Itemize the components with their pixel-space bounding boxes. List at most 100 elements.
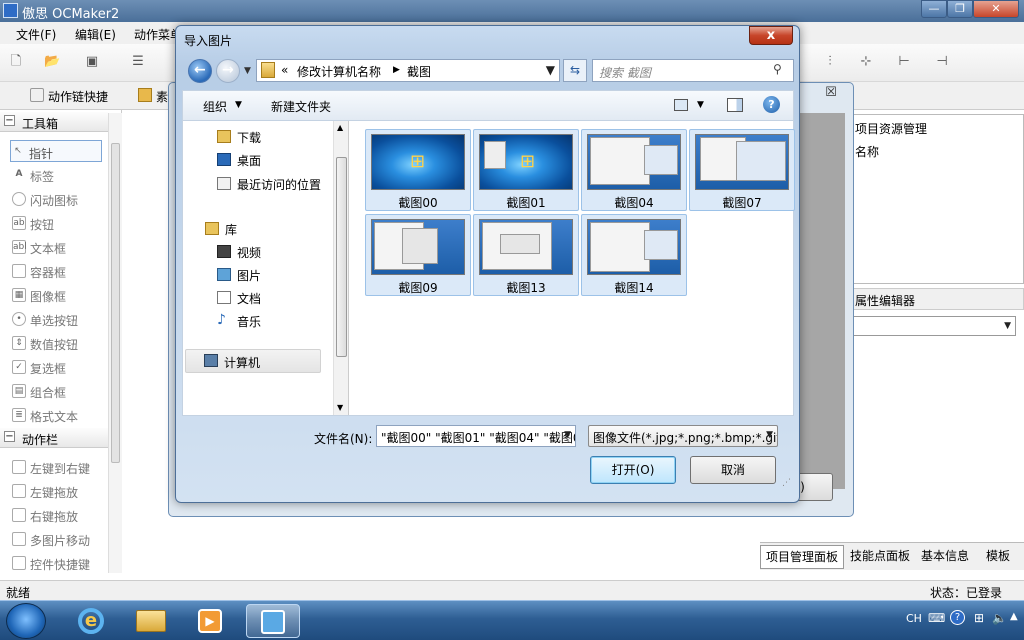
main-close-button[interactable]: ✕ bbox=[973, 0, 1019, 18]
toolbox-item-combo[interactable]: ▤ 组合框 bbox=[12, 380, 108, 402]
align-left-icon[interactable]: ⊢ bbox=[896, 54, 912, 70]
open-button[interactable]: 打开(O) bbox=[590, 456, 676, 484]
search-input[interactable]: 搜索 截图 bbox=[599, 64, 651, 81]
address-part-computer-name[interactable]: 修改计算机名称 bbox=[297, 63, 381, 80]
open-folder-icon[interactable]: 📂 bbox=[44, 54, 60, 70]
cancel-button[interactable]: 取消 bbox=[690, 456, 776, 484]
flash-icon bbox=[12, 192, 26, 206]
music-icon: ♪ bbox=[217, 312, 226, 328]
tray-expand-icon[interactable]: ▲ bbox=[1010, 611, 1018, 622]
template-icon[interactable]: ☰ bbox=[130, 54, 146, 70]
background-dialog-close-icon[interactable]: ☒ bbox=[815, 85, 847, 103]
search-box[interactable]: 搜索 截图 ⚲ bbox=[592, 59, 794, 82]
file-item[interactable]: 截图13 bbox=[473, 214, 579, 296]
file-item[interactable]: ⊞ 截图01 bbox=[473, 129, 579, 211]
action-section-header[interactable]: − 动作栏 bbox=[0, 428, 108, 448]
action-item-left-to-right[interactable]: 左键到右键 bbox=[12, 456, 108, 478]
action-item-left-drag[interactable]: 左键拖放 bbox=[12, 480, 108, 502]
dialog-close-button[interactable]: x bbox=[749, 26, 793, 45]
file-item[interactable]: 截图09 bbox=[365, 214, 471, 296]
new-file-icon[interactable]: 🗋 bbox=[8, 54, 24, 70]
forward-button[interactable]: → bbox=[216, 59, 240, 83]
filename-dropdown-icon[interactable]: ▼ bbox=[564, 430, 571, 440]
toolbox-item-button[interactable]: ab 按钮 bbox=[12, 212, 108, 234]
file-name: 截图04 bbox=[614, 196, 654, 210]
back-button[interactable]: ← bbox=[188, 59, 212, 83]
minimize-button[interactable]: — bbox=[921, 0, 947, 18]
input-language[interactable]: CH bbox=[906, 612, 922, 625]
back-arrow-icon: ← bbox=[194, 62, 206, 78]
file-item[interactable]: 截图14 bbox=[581, 214, 687, 296]
action-item-control-shortcut[interactable]: 控件快捷键 bbox=[12, 552, 108, 574]
help-icon[interactable]: ? bbox=[763, 96, 780, 113]
toolbox-item-image[interactable]: ▦ 图像框 bbox=[12, 284, 108, 306]
address-bar[interactable]: « 修改计算机名称 ▶ 截图 ▼ bbox=[256, 59, 560, 82]
toolbox-item-flash-icon[interactable]: 闪动图标 bbox=[12, 188, 108, 210]
change-view-icon[interactable] bbox=[674, 99, 688, 111]
collapse-icon[interactable]: − bbox=[4, 115, 15, 126]
address-dropdown-icon[interactable]: ▼ bbox=[546, 63, 555, 77]
toolbox-item-checkbox[interactable]: ✓ 复选框 bbox=[12, 356, 108, 378]
toolbox-item-label-ctrl[interactable]: A 标签 bbox=[12, 164, 108, 186]
scroll-down-icon[interactable]: ▼ bbox=[337, 403, 343, 412]
file-item[interactable]: ⊞ 截图00 bbox=[365, 129, 471, 211]
toolbox-item-textbox[interactable]: abl 文本框 bbox=[12, 236, 108, 258]
preview-pane-icon[interactable] bbox=[727, 98, 743, 112]
tab-template[interactable]: 模板 bbox=[978, 547, 1018, 564]
align-vertical-icon[interactable]: ⫶ bbox=[822, 54, 838, 70]
toolbox-section-header[interactable]: − 工具箱 bbox=[0, 112, 108, 132]
recent-pages-chevron-icon[interactable]: ▼ bbox=[244, 66, 251, 76]
help-icon[interactable]: ? bbox=[950, 610, 965, 625]
refresh-button[interactable]: ⇆ bbox=[563, 59, 587, 82]
toolbox-item-radio[interactable]: • 单选按钮 bbox=[12, 308, 108, 330]
address-overflow[interactable]: « bbox=[281, 63, 288, 77]
image-thumbnail: ⊞ bbox=[371, 134, 465, 190]
action-item-multi-image-move[interactable]: 多图片移动 bbox=[12, 528, 108, 550]
keyboard-icon[interactable]: ⌨ bbox=[928, 611, 945, 625]
maximize-button[interactable]: ❐ bbox=[947, 0, 973, 18]
action-item-right-drag[interactable]: 右键拖放 bbox=[12, 504, 108, 526]
network-icon[interactable]: ⊞ bbox=[974, 611, 984, 625]
toolbox-item-numeric[interactable]: ⇕ 数值按钮 bbox=[12, 332, 108, 354]
scroll-thumb[interactable] bbox=[336, 157, 347, 357]
resize-grip-icon[interactable]: ⋰ bbox=[782, 478, 791, 488]
filename-input[interactable]: "截图00" "截图01" "截图04" "截图07" "截图09"▼ bbox=[376, 425, 576, 447]
toolbox-item-container[interactable]: 容器框 bbox=[12, 260, 108, 282]
navigation-pane-scrollbar[interactable]: ▲ ▼ bbox=[333, 121, 349, 415]
windows-start-icon[interactable] bbox=[6, 603, 46, 639]
property-object-select[interactable]: ▼ bbox=[852, 316, 1016, 336]
toolbox-item-label: 格式文本 bbox=[30, 410, 79, 424]
menu-edit[interactable]: 编辑(E) bbox=[75, 26, 116, 43]
image-thumbnail bbox=[695, 134, 789, 190]
tab-project-management[interactable]: 项目管理面板 bbox=[760, 545, 844, 569]
breadcrumb-chevron-icon[interactable]: ▶ bbox=[393, 65, 400, 75]
save-icon[interactable]: ▣ bbox=[84, 54, 100, 70]
material-button[interactable]: 素 bbox=[156, 88, 168, 105]
volume-icon[interactable]: 🔈 bbox=[992, 611, 1007, 625]
organize-button[interactable]: 组织 bbox=[203, 98, 227, 115]
organize-dropdown-icon[interactable]: ▼ bbox=[235, 100, 242, 110]
media-player-taskbar-icon[interactable]: ▶ bbox=[184, 604, 238, 638]
new-folder-button[interactable]: 新建文件夹 bbox=[271, 98, 331, 115]
align-center-icon[interactable]: ⊹ bbox=[858, 54, 874, 70]
toolbox-item-pointer[interactable]: ↖ 指针 bbox=[10, 140, 102, 162]
address-part-screenshots[interactable]: 截图 bbox=[407, 63, 431, 80]
tab-basic-info[interactable]: 基本信息 bbox=[916, 547, 974, 564]
view-dropdown-icon[interactable]: ▼ bbox=[697, 100, 704, 110]
ie-taskbar-icon[interactable]: e bbox=[64, 604, 118, 638]
toolbox-scrollbar[interactable] bbox=[108, 113, 122, 573]
collapse-icon[interactable]: − bbox=[4, 431, 15, 442]
file-item[interactable]: 截图04 bbox=[581, 129, 687, 211]
explorer-taskbar-icon[interactable] bbox=[124, 604, 178, 638]
toolbox-item-richtext[interactable]: ≣ 格式文本 bbox=[12, 404, 108, 426]
distribute-icon[interactable]: ⊣ bbox=[934, 54, 950, 70]
filetype-dropdown-icon[interactable]: ▼ bbox=[766, 430, 773, 440]
file-item[interactable]: 截图07 bbox=[689, 129, 795, 211]
filetype-select[interactable]: 图像文件(*.jpg;*.png;*.bmp;*.gif) ▼ bbox=[588, 425, 778, 447]
ocmaker-taskbar-icon[interactable] bbox=[246, 604, 300, 638]
nav-item-computer[interactable]: 计算机 bbox=[185, 349, 321, 373]
action-chain-shortcut-button[interactable]: 动作链快捷 bbox=[48, 88, 108, 105]
scroll-up-icon[interactable]: ▲ bbox=[337, 123, 343, 132]
menu-file[interactable]: 文件(F) bbox=[16, 26, 56, 43]
tab-skill-points[interactable]: 技能点面板 bbox=[846, 547, 914, 564]
